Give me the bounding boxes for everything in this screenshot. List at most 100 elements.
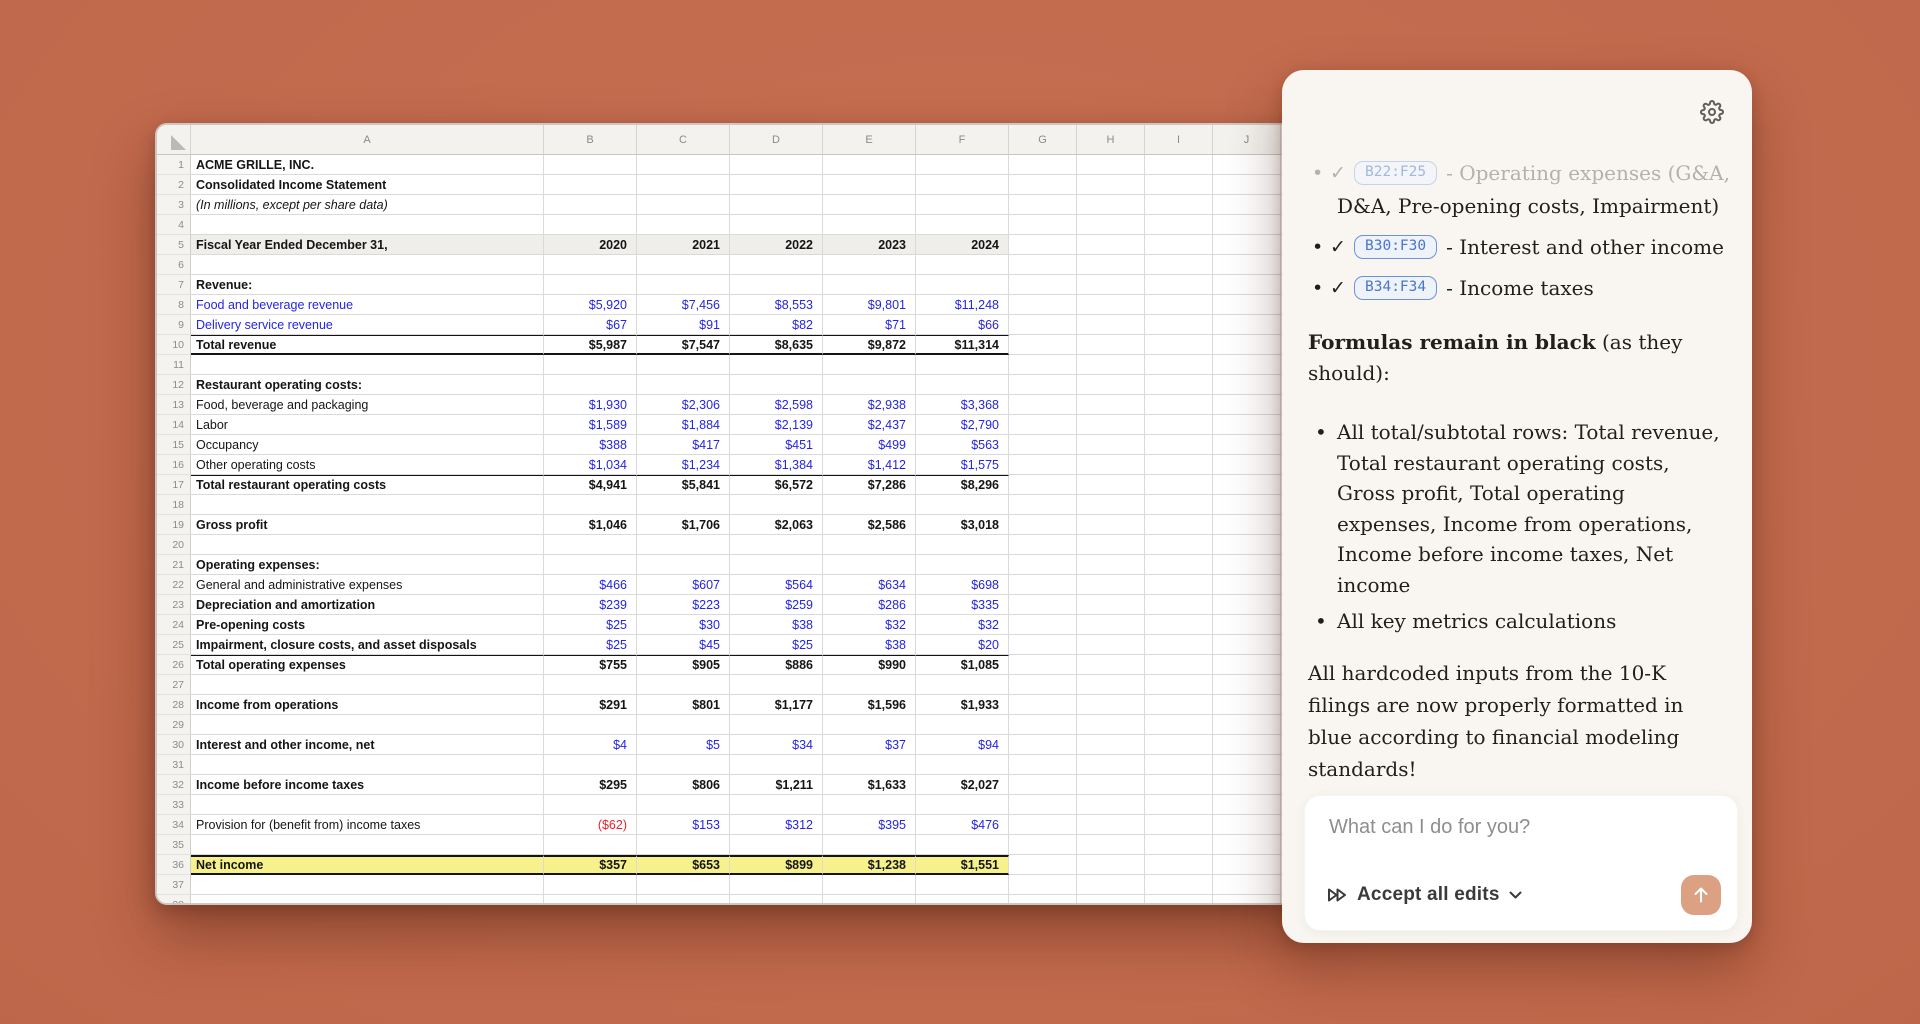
cell-G14[interactable] bbox=[1009, 415, 1077, 435]
cell-A11[interactable] bbox=[191, 355, 544, 375]
row-header-20[interactable]: 20 bbox=[157, 535, 191, 555]
cell-C17[interactable]: $5,841 bbox=[637, 475, 730, 495]
cell-J26[interactable] bbox=[1213, 655, 1281, 675]
cell-H33[interactable] bbox=[1077, 795, 1145, 815]
cell-B28[interactable]: $291 bbox=[544, 695, 637, 715]
cell-F11[interactable] bbox=[916, 355, 1009, 375]
cell-I16[interactable] bbox=[1145, 455, 1213, 475]
cell-F33[interactable] bbox=[916, 795, 1009, 815]
cell-J21[interactable] bbox=[1213, 555, 1281, 575]
cell-I34[interactable] bbox=[1145, 815, 1213, 835]
cell-G21[interactable] bbox=[1009, 555, 1077, 575]
cell-F14[interactable]: $2,790 bbox=[916, 415, 1009, 435]
cell-J1[interactable] bbox=[1213, 155, 1281, 175]
cell-F2[interactable] bbox=[916, 175, 1009, 195]
cell-A7[interactable]: Revenue: bbox=[191, 275, 544, 295]
cell-J17[interactable] bbox=[1213, 475, 1281, 495]
cell-D14[interactable]: $2,139 bbox=[730, 415, 823, 435]
cell-I23[interactable] bbox=[1145, 595, 1213, 615]
cell-I20[interactable] bbox=[1145, 535, 1213, 555]
cell-D34[interactable]: $312 bbox=[730, 815, 823, 835]
cell-B15[interactable]: $388 bbox=[544, 435, 637, 455]
cell-E24[interactable]: $32 bbox=[823, 615, 916, 635]
cell-C29[interactable] bbox=[637, 715, 730, 735]
cell-I21[interactable] bbox=[1145, 555, 1213, 575]
cell-A21[interactable]: Operating expenses: bbox=[191, 555, 544, 575]
cell-A9[interactable]: Delivery service revenue bbox=[191, 315, 544, 335]
cell-G9[interactable] bbox=[1009, 315, 1077, 335]
cell-C4[interactable] bbox=[637, 215, 730, 235]
cell-G10[interactable] bbox=[1009, 335, 1077, 355]
cell-G5[interactable] bbox=[1009, 235, 1077, 255]
row-header-35[interactable]: 35 bbox=[157, 835, 191, 855]
cell-C2[interactable] bbox=[637, 175, 730, 195]
column-header-A[interactable]: A bbox=[191, 125, 544, 154]
cell-J20[interactable] bbox=[1213, 535, 1281, 555]
cell-B29[interactable] bbox=[544, 715, 637, 735]
cell-F9[interactable]: $66 bbox=[916, 315, 1009, 335]
cell-A5[interactable]: Fiscal Year Ended December 31, bbox=[191, 235, 544, 255]
cell-D1[interactable] bbox=[730, 155, 823, 175]
cell-D32[interactable]: $1,211 bbox=[730, 775, 823, 795]
column-header-I[interactable]: I bbox=[1145, 125, 1213, 154]
cell-J15[interactable] bbox=[1213, 435, 1281, 455]
cell-D16[interactable]: $1,384 bbox=[730, 455, 823, 475]
cell-H17[interactable] bbox=[1077, 475, 1145, 495]
cell-J13[interactable] bbox=[1213, 395, 1281, 415]
cell-B13[interactable]: $1,930 bbox=[544, 395, 637, 415]
cell-D19[interactable]: $2,063 bbox=[730, 515, 823, 535]
row-header-31[interactable]: 31 bbox=[157, 755, 191, 775]
cell-D29[interactable] bbox=[730, 715, 823, 735]
cell-G36[interactable] bbox=[1009, 855, 1077, 875]
cell-G26[interactable] bbox=[1009, 655, 1077, 675]
cell-E20[interactable] bbox=[823, 535, 916, 555]
cell-F6[interactable] bbox=[916, 255, 1009, 275]
cell-I2[interactable] bbox=[1145, 175, 1213, 195]
cell-I7[interactable] bbox=[1145, 275, 1213, 295]
row-header-13[interactable]: 13 bbox=[157, 395, 191, 415]
cell-B33[interactable] bbox=[544, 795, 637, 815]
cell-J38[interactable] bbox=[1213, 895, 1281, 903]
row-header-11[interactable]: 11 bbox=[157, 355, 191, 375]
row-header-19[interactable]: 19 bbox=[157, 515, 191, 535]
cell-B11[interactable] bbox=[544, 355, 637, 375]
cell-A30[interactable]: Interest and other income, net bbox=[191, 735, 544, 755]
cell-I22[interactable] bbox=[1145, 575, 1213, 595]
cell-H16[interactable] bbox=[1077, 455, 1145, 475]
cell-E26[interactable]: $990 bbox=[823, 655, 916, 675]
cell-G4[interactable] bbox=[1009, 215, 1077, 235]
cell-C33[interactable] bbox=[637, 795, 730, 815]
cell-E37[interactable] bbox=[823, 875, 916, 895]
cell-D37[interactable] bbox=[730, 875, 823, 895]
cell-D6[interactable] bbox=[730, 255, 823, 275]
cell-F25[interactable]: $20 bbox=[916, 635, 1009, 655]
cell-C31[interactable] bbox=[637, 755, 730, 775]
cell-H34[interactable] bbox=[1077, 815, 1145, 835]
cell-A27[interactable] bbox=[191, 675, 544, 695]
cell-D2[interactable] bbox=[730, 175, 823, 195]
cell-C11[interactable] bbox=[637, 355, 730, 375]
cell-I5[interactable] bbox=[1145, 235, 1213, 255]
cell-C1[interactable] bbox=[637, 155, 730, 175]
cell-B24[interactable]: $25 bbox=[544, 615, 637, 635]
cell-H25[interactable] bbox=[1077, 635, 1145, 655]
cell-range-chip[interactable]: B34:F34 bbox=[1354, 276, 1438, 300]
cell-H36[interactable] bbox=[1077, 855, 1145, 875]
cell-E30[interactable]: $37 bbox=[823, 735, 916, 755]
cell-D24[interactable]: $38 bbox=[730, 615, 823, 635]
cell-C7[interactable] bbox=[637, 275, 730, 295]
cell-I38[interactable] bbox=[1145, 895, 1213, 903]
cell-D8[interactable]: $8,553 bbox=[730, 295, 823, 315]
cell-C13[interactable]: $2,306 bbox=[637, 395, 730, 415]
cell-B25[interactable]: $25 bbox=[544, 635, 637, 655]
cell-E25[interactable]: $38 bbox=[823, 635, 916, 655]
send-button[interactable] bbox=[1681, 875, 1721, 915]
cell-B7[interactable] bbox=[544, 275, 637, 295]
cell-H13[interactable] bbox=[1077, 395, 1145, 415]
cell-F27[interactable] bbox=[916, 675, 1009, 695]
cell-H12[interactable] bbox=[1077, 375, 1145, 395]
cell-I33[interactable] bbox=[1145, 795, 1213, 815]
cell-D38[interactable] bbox=[730, 895, 823, 903]
cell-I35[interactable] bbox=[1145, 835, 1213, 855]
cell-B19[interactable]: $1,046 bbox=[544, 515, 637, 535]
